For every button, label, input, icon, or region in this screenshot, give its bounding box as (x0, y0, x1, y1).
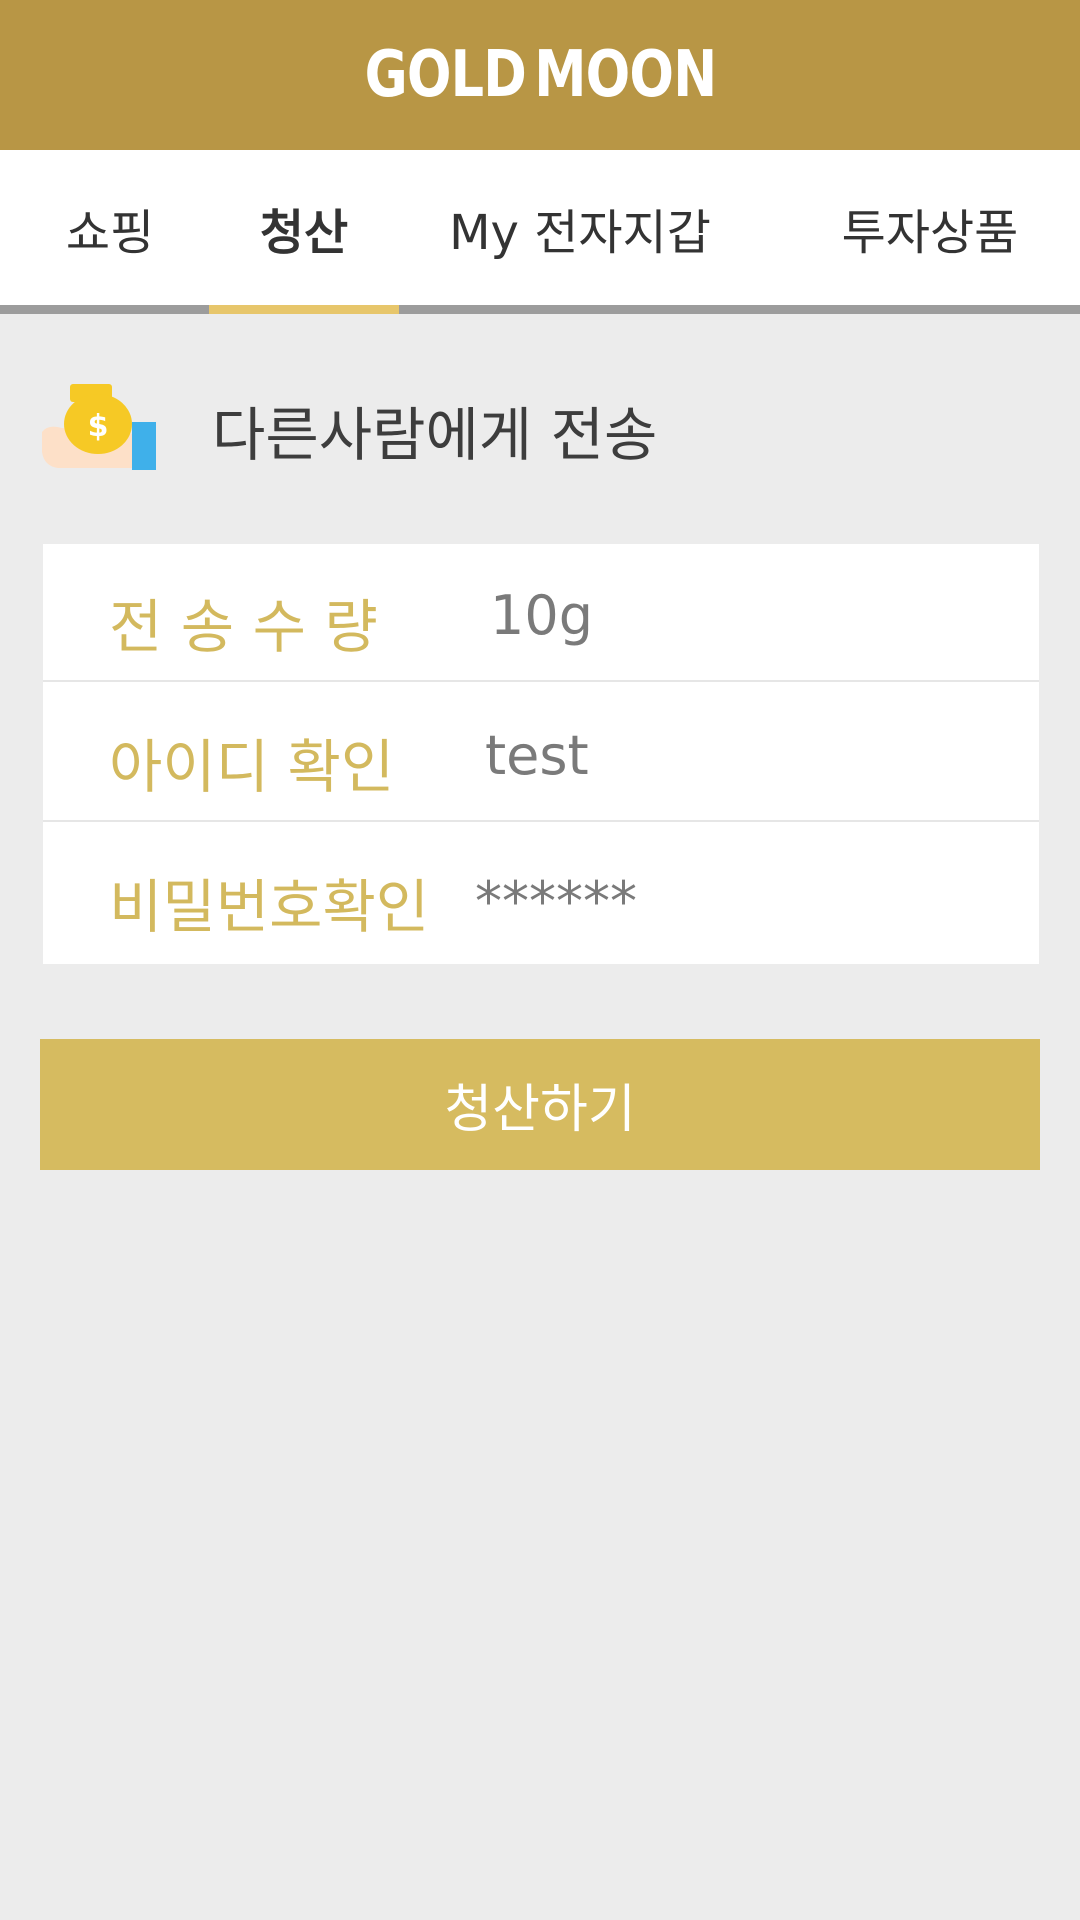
amount-label: 전 송 수 량 (109, 593, 378, 661)
money-bag-hand-icon: $ (42, 384, 156, 470)
app-header: GOLD MOON (0, 0, 1080, 150)
tab-bar-divider (0, 305, 1080, 314)
amount-field[interactable]: 10g (490, 584, 593, 647)
tab-label: 청산 (259, 204, 349, 261)
tab-bar: 쇼핑 청산 My 전자지갑 투자상품 (0, 150, 1080, 305)
password-confirm-row: 비밀번호확인 ****** (43, 824, 1039, 962)
transfer-form: 전 송 수 량 10g 아이디 확인 test 비밀번호확인 ****** (43, 544, 1039, 964)
brand-word-moon: MOON (533, 38, 717, 112)
section-title: 다른사람에게 전송 (212, 401, 658, 469)
id-confirm-field[interactable]: test (485, 724, 589, 787)
tab-label: 쇼핑 (65, 204, 155, 261)
svg-text:$: $ (88, 409, 109, 444)
password-confirm-field[interactable]: ****** (475, 870, 637, 933)
amount-row: 전 송 수 량 10g (43, 544, 1039, 682)
id-confirm-label: 아이디 확인 (109, 733, 395, 801)
liquidate-button[interactable]: 청산하기 (40, 1039, 1040, 1170)
tab-label: 투자상품 (841, 204, 1019, 261)
brand-word-gold: GOLD (364, 38, 526, 112)
tab-liquidation[interactable]: 청산 (209, 150, 399, 305)
active-tab-indicator (209, 305, 399, 314)
tab-my-wallet[interactable]: My 전자지갑 (430, 150, 730, 305)
password-confirm-label: 비밀번호확인 (109, 873, 430, 941)
section-header: $ 다른사람에게 전송 (0, 360, 1080, 490)
brand-logo: GOLD MOON (364, 38, 717, 112)
tab-investment-products[interactable]: 투자상품 (820, 150, 1040, 305)
tab-label: My 전자지갑 (449, 204, 711, 261)
id-confirm-row: 아이디 확인 test (43, 684, 1039, 822)
tab-shopping[interactable]: 쇼핑 (40, 150, 180, 305)
